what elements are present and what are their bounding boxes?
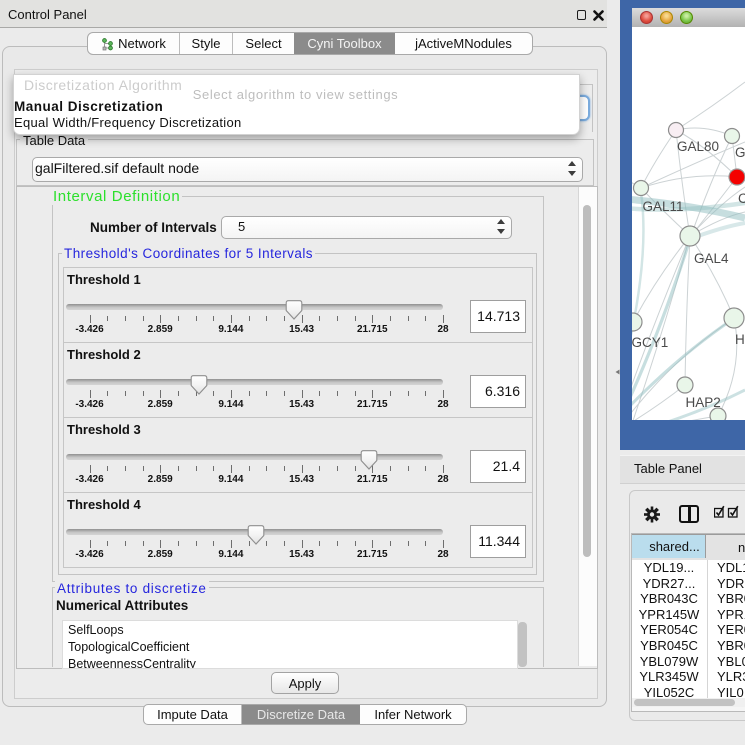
svg-text:GAL80: GAL80 (677, 139, 719, 154)
svg-text:GAL4: GAL4 (694, 251, 729, 266)
svg-text:GAL11: GAL11 (643, 199, 684, 214)
svg-text:C: C (738, 191, 745, 206)
svg-text:H: H (735, 332, 745, 347)
svg-text:GCY1: GCY1 (632, 335, 668, 350)
svg-text:GA: GA (735, 145, 745, 160)
svg-text:HAP2: HAP2 (686, 395, 721, 410)
